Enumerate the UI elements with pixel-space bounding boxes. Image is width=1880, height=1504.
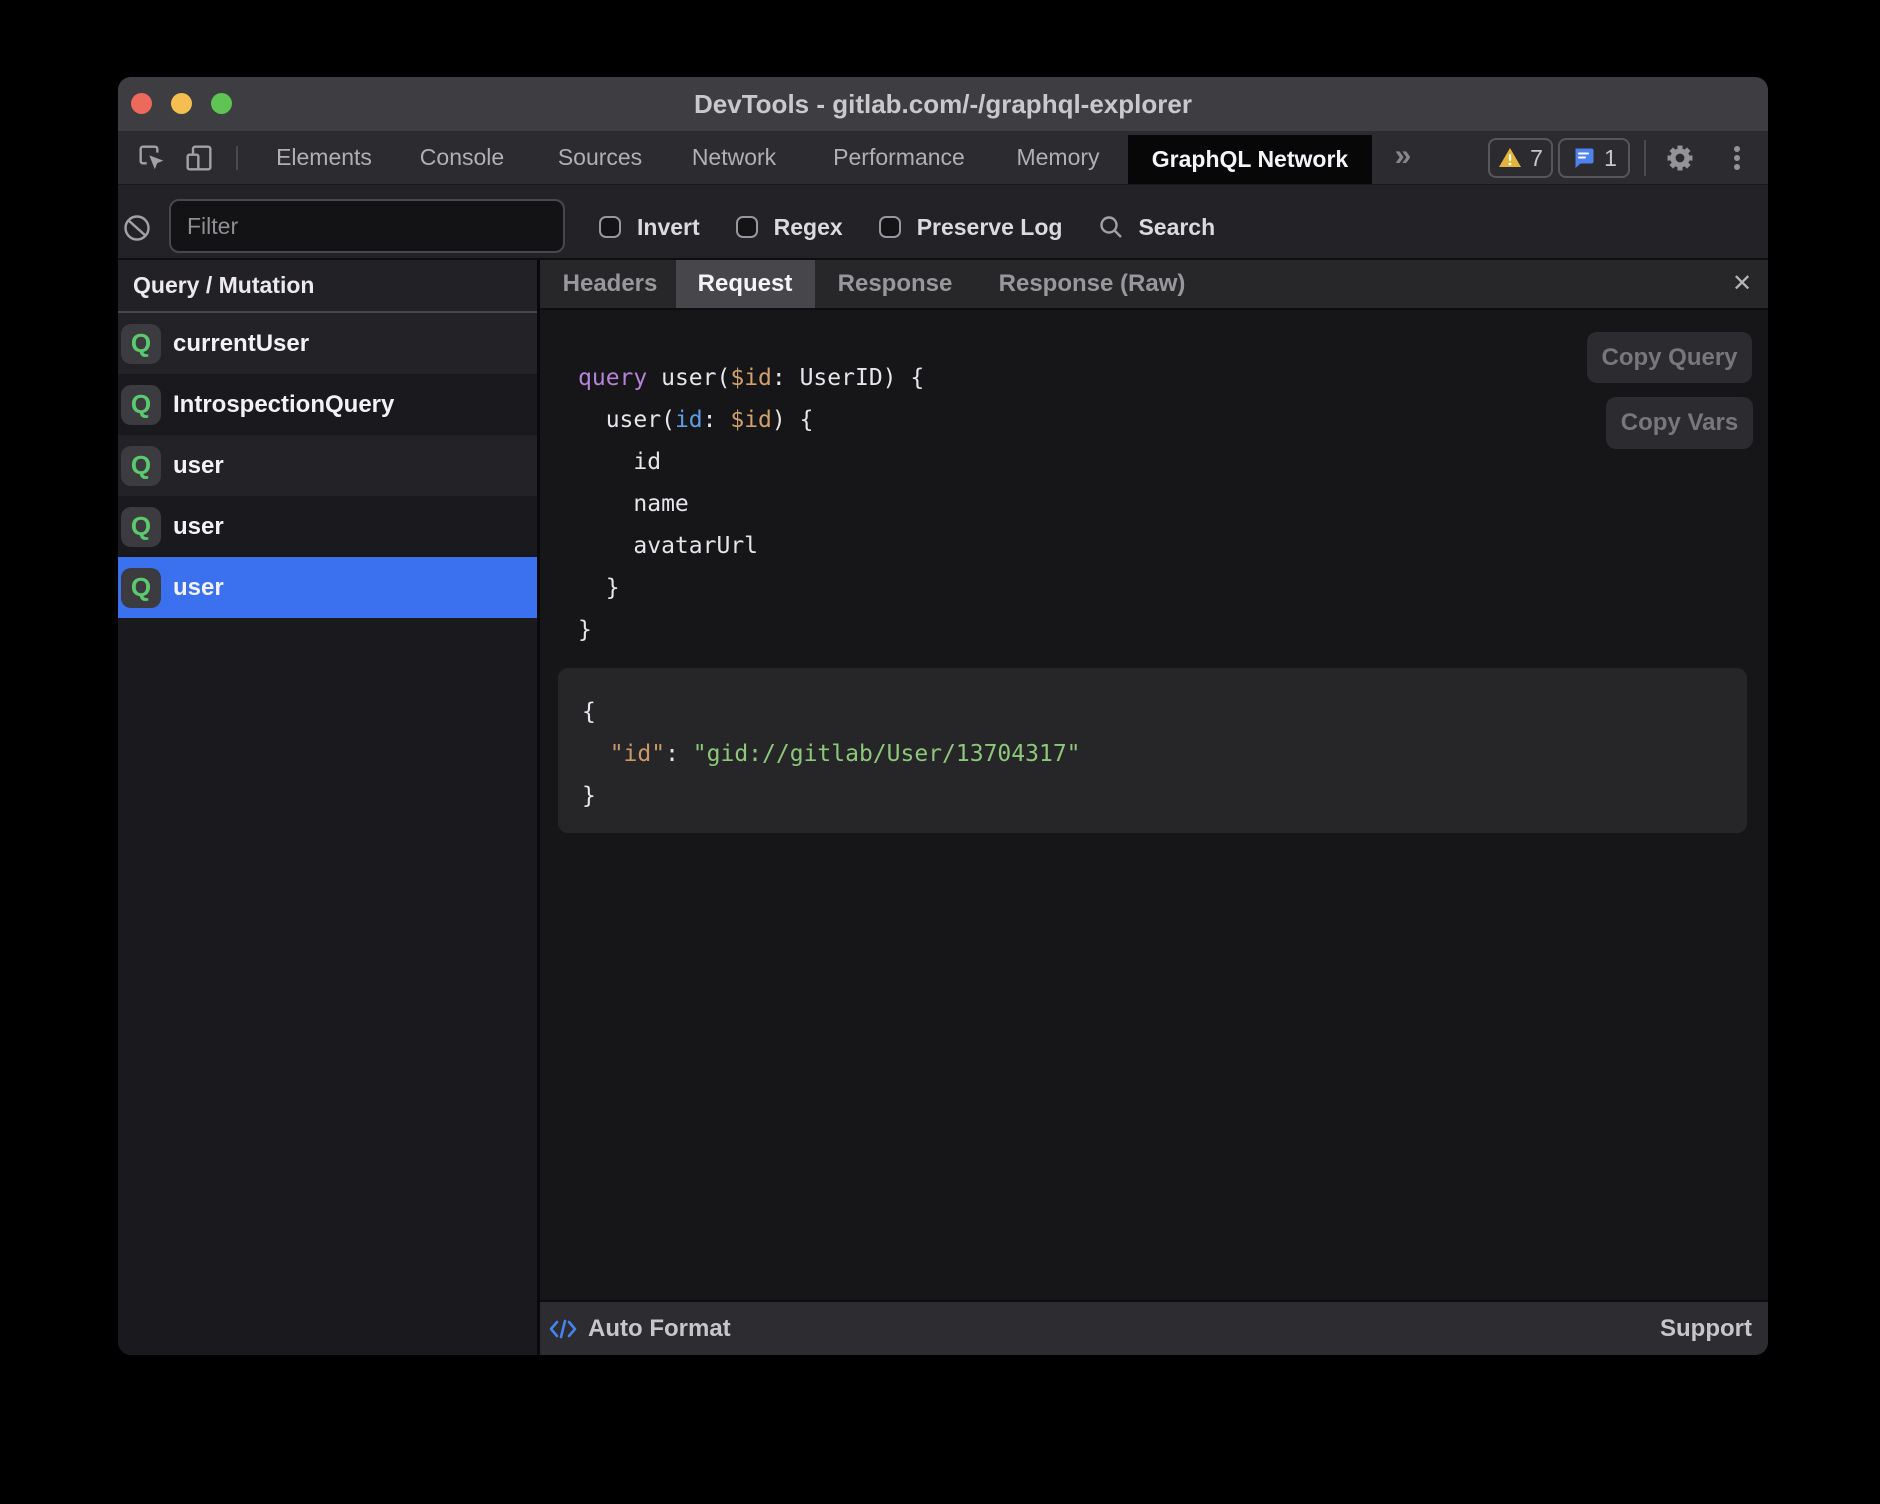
tab-memory[interactable]: Memory bbox=[1016, 131, 1099, 184]
query-type-badge: Q bbox=[121, 324, 161, 364]
filter-toolbar: Invert Regex Preserve Log Search bbox=[118, 184, 1768, 260]
detail-footer: Auto Format Support bbox=[540, 1300, 1768, 1355]
inspect-element-icon[interactable] bbox=[135, 131, 169, 184]
query-type-badge: Q bbox=[121, 507, 161, 547]
messages-count: 1 bbox=[1604, 145, 1617, 172]
query-type-badge: Q bbox=[121, 446, 161, 486]
tab-sources[interactable]: Sources bbox=[558, 131, 642, 184]
list-item-currentuser[interactable]: Q currentUser bbox=[118, 313, 537, 374]
query-type-badge: Q bbox=[121, 568, 161, 608]
preserve-log-label: Preserve Log bbox=[917, 214, 1063, 241]
warnings-badge[interactable]: 7 bbox=[1488, 138, 1553, 178]
copy-query-button[interactable]: Copy Query bbox=[1587, 332, 1752, 383]
kebab-menu-icon[interactable] bbox=[1722, 131, 1752, 184]
search-label[interactable]: Search bbox=[1138, 214, 1215, 241]
clear-icon[interactable] bbox=[123, 214, 151, 247]
preserve-log-checkbox[interactable] bbox=[879, 216, 901, 238]
title-bar: DevTools - gitlab.com/-/graphql-explorer bbox=[118, 77, 1768, 131]
search-icon[interactable] bbox=[1098, 214, 1124, 240]
window-title: DevTools - gitlab.com/-/graphql-explorer bbox=[118, 77, 1768, 131]
warnings-count: 7 bbox=[1530, 145, 1543, 172]
tab-response[interactable]: Response bbox=[838, 260, 953, 308]
query-list-header: Query / Mutation bbox=[118, 260, 537, 313]
request-detail-panel: Headers Request Response Response (Raw) … bbox=[540, 260, 1768, 1355]
devtools-tab-bar: Elements Console Sources Network Perform… bbox=[118, 131, 1768, 184]
list-item-user-3-selected[interactable]: Q user bbox=[118, 557, 537, 618]
list-item-user-1[interactable]: Q user bbox=[118, 435, 537, 496]
devtools-window: DevTools - gitlab.com/-/graphql-explorer… bbox=[118, 77, 1768, 1355]
toolbar-divider bbox=[236, 146, 238, 170]
query-type-badge: Q bbox=[121, 385, 161, 425]
regex-checkbox[interactable] bbox=[736, 216, 758, 238]
messages-badge[interactable]: 1 bbox=[1558, 138, 1630, 178]
variables-code: { "id": "gid://gitlab/User/13704317"} bbox=[582, 691, 1081, 817]
tab-elements[interactable]: Elements bbox=[276, 131, 372, 184]
warning-icon bbox=[1498, 147, 1522, 169]
badge-divider bbox=[1644, 140, 1646, 176]
tab-console[interactable]: Console bbox=[420, 131, 504, 184]
invert-label: Invert bbox=[637, 214, 700, 241]
tab-request[interactable]: Request bbox=[698, 260, 793, 308]
detail-tab-bar: Headers Request Response Response (Raw) … bbox=[540, 260, 1768, 310]
message-icon bbox=[1571, 146, 1596, 170]
invert-checkbox[interactable] bbox=[599, 216, 621, 238]
more-tabs-icon[interactable]: » bbox=[1395, 131, 1412, 184]
list-item-introspectionquery[interactable]: Q IntrospectionQuery bbox=[118, 374, 537, 435]
auto-format-label[interactable]: Auto Format bbox=[588, 1315, 731, 1343]
copy-vars-button[interactable]: Copy Vars bbox=[1606, 397, 1753, 449]
close-detail-icon[interactable]: ✕ bbox=[1732, 260, 1752, 308]
auto-format-icon[interactable] bbox=[548, 1317, 578, 1341]
tab-graphql-network[interactable]: GraphQL Network bbox=[1128, 135, 1372, 184]
filter-input[interactable] bbox=[169, 199, 565, 253]
list-item-user-2[interactable]: Q user bbox=[118, 496, 537, 557]
tab-performance[interactable]: Performance bbox=[833, 131, 965, 184]
support-link[interactable]: Support bbox=[1660, 1315, 1752, 1343]
graphql-query-code: query user($id: UserID) { user(id: $id) … bbox=[578, 357, 924, 651]
regex-label: Regex bbox=[774, 214, 843, 241]
settings-gear-icon[interactable] bbox=[1662, 131, 1698, 184]
tab-network[interactable]: Network bbox=[692, 131, 776, 184]
device-toolbar-icon[interactable] bbox=[182, 131, 216, 184]
query-list-panel: Query / Mutation Q currentUser Q Introsp… bbox=[118, 260, 537, 1355]
tab-response-raw[interactable]: Response (Raw) bbox=[999, 260, 1186, 308]
request-content: query user($id: UserID) { user(id: $id) … bbox=[540, 310, 1768, 1298]
tab-headers[interactable]: Headers bbox=[563, 260, 658, 308]
